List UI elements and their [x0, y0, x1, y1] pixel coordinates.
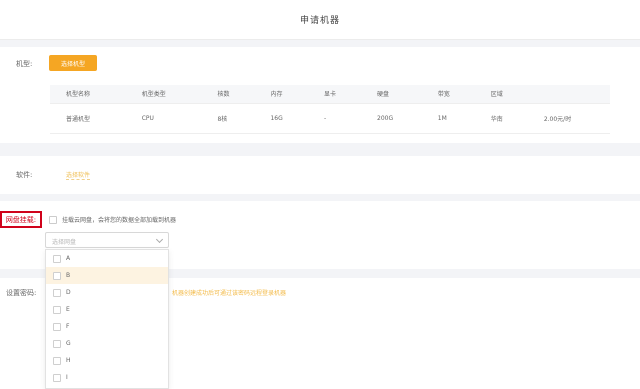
page-title: 申请机器 — [299, 16, 340, 26]
select-software-link[interactable]: 选择软件 — [66, 170, 91, 180]
dropdown-item[interactable]: A — [46, 250, 168, 267]
machine-table: 机型名称 机型类型 核数 内存 显卡 硬盘 带宽 区域 普通机型 CPU 8核 … — [50, 85, 610, 134]
machine-panel: 机型: 选择机型 机型名称 机型类型 核数 内存 显卡 硬盘 带宽 区域 普通机… — [0, 47, 640, 143]
dropdown-item[interactable]: E — [46, 301, 168, 318]
cloud-disk-label: 网盘挂载: — [0, 211, 42, 228]
table-cell: 华南 — [474, 103, 528, 134]
page-header: 申请机器 — [0, 0, 640, 40]
checkbox-icon[interactable] — [53, 254, 61, 263]
checkbox-icon[interactable] — [53, 322, 61, 331]
dropdown-item[interactable]: F — [46, 318, 168, 335]
dropdown-item-active[interactable]: B — [46, 267, 168, 284]
dropdown-item[interactable]: H — [46, 352, 168, 369]
column-header: 核数 — [201, 85, 255, 104]
mount-cloud-checkbox[interactable] — [49, 216, 57, 224]
dropdown-item-label: E — [66, 306, 70, 313]
dropdown-item[interactable]: I — [46, 369, 168, 386]
checkbox-icon[interactable] — [53, 271, 61, 280]
select-machine-button[interactable]: 选择机型 — [49, 55, 97, 71]
chevron-down-icon — [155, 235, 164, 244]
dropdown-item-label: A — [66, 255, 71, 262]
column-header: 硬盘 — [361, 85, 422, 104]
table-cell: 200G — [361, 103, 422, 134]
software-panel: 软件: 选择软件 — [0, 156, 640, 194]
checkbox-icon[interactable] — [53, 373, 61, 382]
machine-label: 机型: — [16, 60, 33, 68]
checkbox-icon[interactable] — [53, 288, 61, 297]
table-cell: 16G — [254, 103, 308, 134]
select-placeholder: 选择网盘 — [52, 239, 77, 246]
dropdown-item-label: F — [66, 323, 70, 330]
checkbox-icon[interactable] — [53, 305, 61, 314]
table-cell: CPU — [125, 103, 202, 134]
dropdown-item[interactable]: G — [46, 335, 168, 352]
cloud-disk-select[interactable]: 选择网盘 — [45, 232, 169, 248]
password-note: 机器创建成功后可通过该密码远程登录机器 — [172, 290, 287, 297]
dropdown-item-label: D — [66, 289, 71, 296]
dropdown-item[interactable]: D — [46, 284, 168, 301]
dropdown-item-label: B — [66, 272, 71, 279]
column-header: 机型类型 — [125, 85, 202, 104]
table-cell: 8核 — [201, 103, 255, 134]
software-label: 软件: — [16, 171, 33, 179]
column-header: 带宽 — [421, 85, 475, 104]
column-header-empty — [527, 85, 610, 104]
cloud-disk-dropdown: A B D E F G H I — [45, 249, 169, 389]
dropdown-item-label: I — [66, 374, 68, 381]
column-header: 显卡 — [308, 85, 362, 104]
column-header: 机型名称 — [50, 85, 126, 104]
checkbox-icon[interactable] — [53, 339, 61, 348]
column-header: 区域 — [474, 85, 528, 104]
dropdown-item-label: G — [66, 340, 71, 347]
table-cell: 1M — [421, 103, 475, 134]
checkbox-icon[interactable] — [53, 356, 61, 365]
table-cell: - — [308, 103, 362, 134]
password-label: 设置密码: — [6, 289, 37, 297]
price-cell: 2.00元/时 — [527, 103, 610, 134]
table-row: 普通机型 CPU 8核 16G - 200G 1M 华南 2.00元/时 — [50, 103, 610, 134]
dropdown-item-label: H — [66, 357, 71, 364]
column-header: 内存 — [254, 85, 308, 104]
table-header-row: 机型名称 机型类型 核数 内存 显卡 硬盘 带宽 区域 — [50, 85, 610, 104]
table-cell: 普通机型 — [50, 103, 126, 134]
mount-cloud-text: 挂载云网盘，会将您的数据全部加载到机器 — [62, 217, 177, 224]
